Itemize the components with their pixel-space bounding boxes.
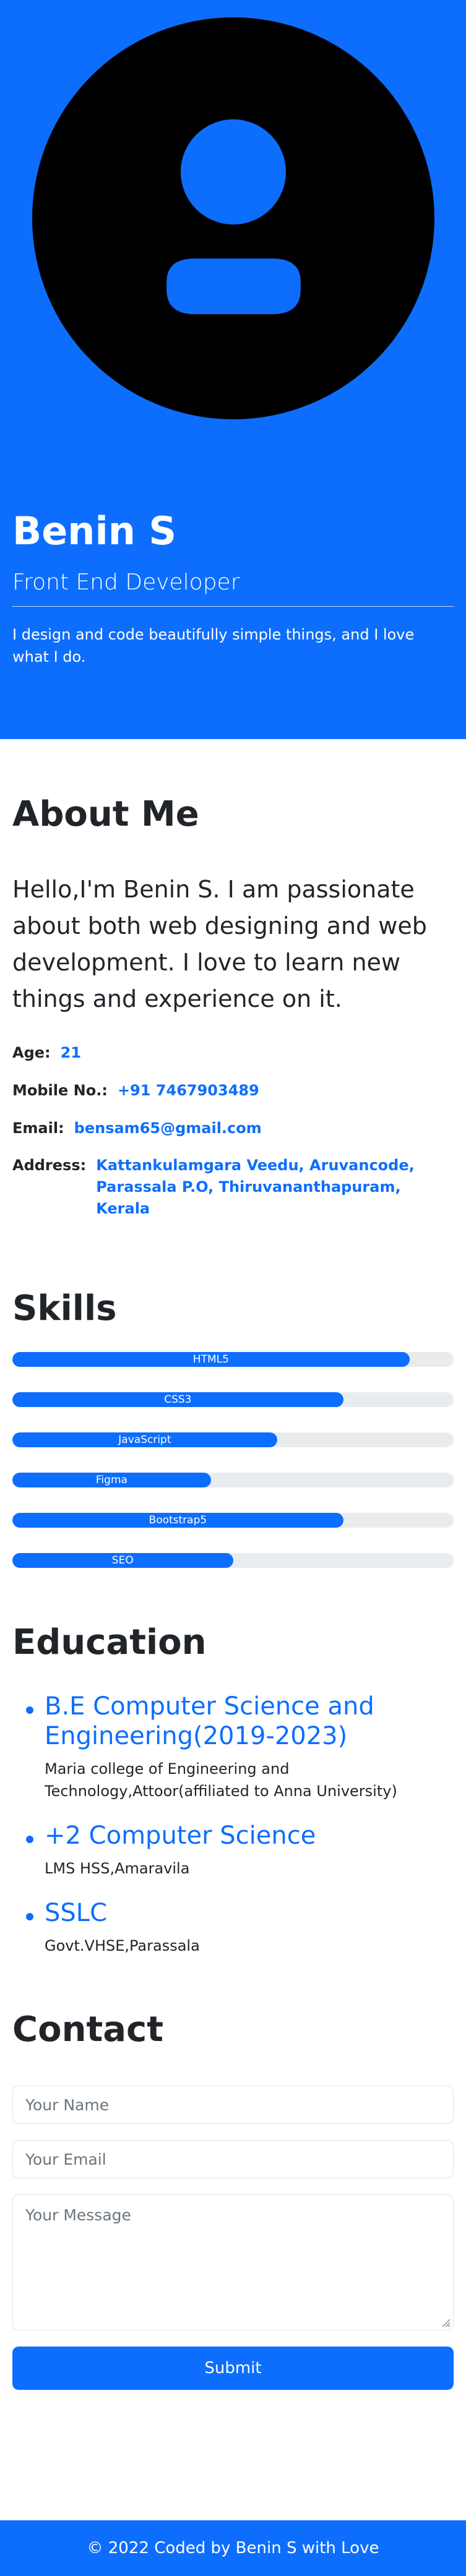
bullet-icon [26, 1912, 33, 1920]
email-field[interactable]: Your Email [12, 2140, 454, 2179]
skill-bar: HTML5 [12, 1352, 454, 1367]
list-item: SSLC Govt.VHSE,Parassala [12, 1898, 454, 1957]
hero-section: Benin S Front End Developer I design and… [0, 0, 466, 739]
resize-handle-icon[interactable] [441, 2317, 451, 2327]
skills-title: Skills [12, 1288, 117, 1329]
skill-progress-fill: HTML5 [12, 1352, 410, 1367]
education-list: B.E Computer Science and Engineering(201… [12, 1692, 454, 1957]
footer-text: © 2022 Coded by Benin S with Love [87, 2539, 379, 2557]
info-row-age: Age: 21 [12, 1042, 454, 1064]
education-title: Education [12, 1622, 207, 1663]
info-label: Address: [12, 1157, 87, 1175]
footer: © 2022 Coded by Benin S with Love [0, 2520, 466, 2576]
info-row-mobile: Mobile No.: +91 7467903489 [12, 1080, 454, 1102]
skills-section: Skills HTML5 CSS3 JavaScript Figma Boots… [0, 1220, 466, 1568]
education-institution: LMS HSS,Amaravila [45, 1859, 190, 1877]
skill-bar: Figma [12, 1473, 454, 1488]
skill-bar: SEO [12, 1553, 454, 1568]
message-field[interactable]: Your Message [12, 2194, 454, 2331]
info-label: Age: [12, 1043, 51, 1061]
about-title: About Me [12, 794, 199, 834]
info-row-email: Email: bensam65@gmail.com [12, 1118, 454, 1139]
bullet-icon [26, 1836, 33, 1844]
about-intro: Hello,I'm Benin S. I am passionate about… [12, 876, 427, 1013]
hero-role: Front End Developer [12, 570, 240, 595]
skill-label: CSS3 [164, 1393, 192, 1406]
info-value: Kattankulamgara Veedu, Aruvancode, Paras… [96, 1157, 415, 1217]
skill-bar: Bootstrap5 [12, 1513, 454, 1528]
skill-progress-fill: JavaScript [12, 1432, 277, 1448]
skill-bar: JavaScript [12, 1432, 454, 1448]
hero-name: Benin S [12, 508, 177, 554]
education-degree: B.E Computer Science and Engineering(201… [45, 1692, 374, 1751]
contact-form: Your Name Your Email Your Message Submit [12, 2086, 454, 2390]
name-field[interactable]: Your Name [12, 2086, 454, 2125]
skill-progress-fill: Bootstrap5 [12, 1513, 343, 1528]
hero-divider [12, 606, 454, 607]
skill-progress-fill: CSS3 [12, 1392, 343, 1408]
list-item: +2 Computer Science LMS HSS,Amaravila [12, 1821, 454, 1880]
skill-label: SEO [111, 1554, 134, 1567]
submit-button[interactable]: Submit [12, 2347, 454, 2390]
skills-list: HTML5 CSS3 JavaScript Figma Bootstrap5 S… [12, 1352, 454, 1568]
info-label: Mobile No.: [12, 1081, 108, 1099]
person-icon [32, 17, 434, 419]
list-item: B.E Computer Science and Engineering(201… [12, 1692, 454, 1803]
skill-progress-fill: SEO [12, 1553, 233, 1568]
contact-section: Contact Your Name Your Email Your Messag… [0, 1975, 466, 2390]
info-value: 21 [60, 1043, 82, 1061]
skill-label: Figma [95, 1474, 127, 1487]
info-value: +91 7467903489 [117, 1081, 259, 1099]
education-degree: +2 Computer Science [45, 1821, 316, 1851]
education-degree: SSLC [45, 1898, 107, 1927]
message-placeholder: Your Message [25, 2206, 131, 2225]
skill-label: HTML5 [192, 1353, 229, 1366]
info-value: bensam65@gmail.com [74, 1119, 262, 1137]
skill-progress-fill: Figma [12, 1473, 211, 1488]
contact-title: Contact [12, 2009, 163, 2050]
skill-label: JavaScript [118, 1434, 171, 1447]
education-institution: Govt.VHSE,Parassala [45, 1936, 200, 1954]
hero-tagline: I design and code beautifully simple thi… [12, 626, 415, 665]
skill-bar: CSS3 [12, 1392, 454, 1408]
bullet-icon [26, 1706, 33, 1714]
education-institution: Maria college of Engineering and Technol… [45, 1760, 397, 1800]
education-section: Education B.E Computer Science and Engin… [0, 1593, 466, 1957]
info-label: Email: [12, 1119, 64, 1137]
avatar [32, 17, 434, 419]
info-row-address: Address: Kattankulamgara Veedu, Aruvanco… [12, 1155, 454, 1219]
skill-label: Bootstrap5 [149, 1514, 207, 1527]
about-section: About Me Hello,I'm Benin S. I am passion… [0, 739, 466, 1220]
